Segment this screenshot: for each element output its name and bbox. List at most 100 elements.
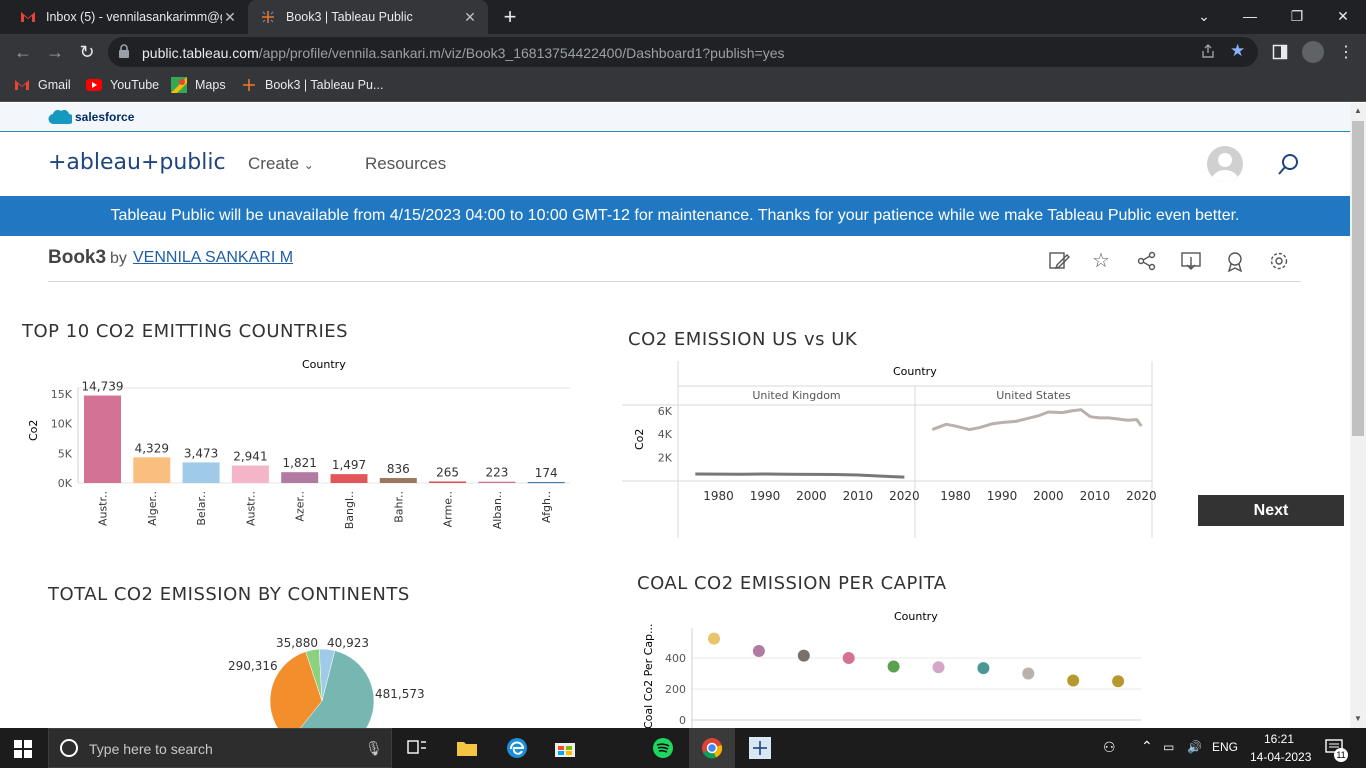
next-button[interactable]: Next: [1198, 495, 1344, 526]
author-link[interactable]: VENNILA SANKARI M: [133, 249, 293, 267]
chrome-taskbar-button[interactable]: [689, 728, 735, 768]
usuk-line-chart[interactable]: Country Co2 6K 4K 2K United Kingdom 1980 1990…: [600, 358, 1160, 538]
close-window-icon[interactable]: ✕: [1331, 6, 1355, 26]
y-tick-label: 0K: [58, 477, 73, 490]
scroll-thumb[interactable]: [1352, 121, 1364, 436]
bookmark-label: Book3 | Tableau Pu...: [265, 78, 384, 92]
scroll-up-icon[interactable]: ▲: [1354, 106, 1362, 115]
y-tick-label: 5K: [58, 447, 73, 460]
tab-tableau[interactable]: Book3 | Tableau Public ✕: [248, 0, 488, 34]
top10-bar-chart[interactable]: Country Co2 15K 10K 5K 0K 14,739 Austr.. 4,329…: [0, 353, 600, 533]
bar: [281, 472, 319, 483]
tableau-app-icon[interactable]: [748, 736, 772, 760]
nav-create[interactable]: Create ⌄: [248, 154, 314, 174]
edit-icon[interactable]: [1048, 250, 1070, 272]
microphone-icon[interactable]: 🎙: [365, 740, 383, 757]
bookmark-youtube[interactable]: YouTube: [86, 77, 159, 93]
file-explorer-icon[interactable]: [455, 736, 479, 760]
x-tick-label: Afgh..: [540, 491, 553, 523]
browser-toolbar: ← → ↻ public.tableau.com/app/profile/ven…: [0, 34, 1366, 70]
close-icon[interactable]: ✕: [222, 9, 238, 26]
settings-gear-icon[interactable]: [1268, 250, 1290, 272]
continents-pie-chart[interactable]: 481,573 290,316 35,880 40,923: [200, 623, 460, 728]
y-tick-label: 10K: [51, 418, 73, 431]
x-tick-label: 1980: [940, 489, 971, 503]
browser-tab-bar: Inbox (5) - vennilasankarimm@gm ✕ Book3 …: [0, 0, 1366, 34]
share-icon[interactable]: [1136, 250, 1158, 272]
pane-header-label: United Kingdom: [752, 389, 840, 402]
scatter-point: [1067, 674, 1080, 687]
volume-icon[interactable]: 🔊: [1187, 740, 1202, 754]
restore-icon[interactable]: ❐: [1285, 6, 1309, 26]
series-line: [931, 408, 1143, 432]
clock-date[interactable]: 14-04-2023: [1250, 750, 1311, 764]
reload-icon[interactable]: ↻: [76, 42, 98, 62]
usuk-title: CO2 EMISSION US vs UK: [628, 329, 858, 350]
battery-icon[interactable]: ▭: [1163, 740, 1174, 754]
favorite-star-icon[interactable]: ☆: [1092, 250, 1114, 272]
bookmark-star-icon[interactable]: ★: [1230, 41, 1245, 61]
share-icon[interactable]: [1200, 43, 1216, 64]
tableau-public-logo[interactable]: +ableau+public: [48, 150, 226, 175]
bookmark-maps[interactable]: Maps: [171, 77, 226, 93]
x-tick-label: 2020: [1126, 489, 1157, 503]
y-tick-label: 400: [665, 652, 686, 665]
edge-icon[interactable]: [505, 736, 529, 760]
scroll-down-icon[interactable]: ▼: [1354, 714, 1362, 723]
lock-icon: [118, 44, 130, 63]
spotify-icon[interactable]: [651, 736, 675, 760]
salesforce-label[interactable]: salesforce: [75, 110, 134, 124]
series-line: [695, 472, 905, 479]
maintenance-banner: Tableau Public will be unavailable from …: [0, 196, 1350, 236]
x-tick-label: Alger..: [146, 491, 159, 526]
side-panel-icon[interactable]: [1272, 44, 1288, 65]
gmail-icon: [20, 9, 36, 25]
back-icon[interactable]: ←: [12, 42, 34, 62]
user-avatar[interactable]: [1207, 146, 1243, 182]
bar: [84, 395, 121, 483]
clock-time[interactable]: 16:21: [1264, 732, 1294, 746]
chrome-icon: [701, 737, 723, 764]
tab-gmail[interactable]: Inbox (5) - vennilasankarimm@gm ✕: [8, 0, 248, 34]
bookmark-gmail[interactable]: Gmail: [14, 77, 71, 93]
bookmarks-bar: Gmail YouTube Maps Book3 | Tableau Pu...: [0, 70, 1366, 102]
taskbar-search[interactable]: Type here to search 🎙: [48, 728, 392, 768]
page-scrollbar[interactable]: ▲ ▼: [1350, 103, 1366, 728]
x-tick-label: 1990: [987, 489, 1018, 503]
forward-icon[interactable]: →: [44, 42, 66, 62]
people-icon[interactable]: ⚇: [1103, 739, 1116, 756]
chevron-down-icon: ⌄: [303, 158, 314, 172]
download-icon[interactable]: [1180, 250, 1202, 272]
scatter-point: [1112, 675, 1125, 688]
continents-title: TOTAL CO2 EMISSION BY CONTINENTS: [48, 584, 410, 605]
close-icon[interactable]: ✕: [462, 9, 478, 26]
nav-resources[interactable]: Resources: [365, 154, 446, 174]
nav-create-label: Create: [248, 154, 300, 173]
address-bar[interactable]: public.tableau.com/app/profile/vennila.s…: [108, 37, 1258, 67]
profile-avatar[interactable]: [1302, 41, 1324, 63]
coal-scatter-chart[interactable]: Country Coal Co2 Per Cap... 400 200 0: [636, 603, 1156, 728]
scatter-point: [797, 649, 810, 662]
menu-icon[interactable]: ⋮: [1338, 42, 1354, 62]
coal-header: Country: [894, 610, 938, 623]
maps-icon: [171, 77, 187, 93]
windows-start-icon[interactable]: [14, 740, 32, 763]
store-icon[interactable]: [553, 736, 577, 760]
salesforce-bar: salesforce: [0, 103, 1350, 132]
bookmark-tableau[interactable]: Book3 | Tableau Pu...: [241, 77, 383, 93]
bookmark-label: Maps: [195, 78, 226, 92]
x-tick-label: Bahr..: [392, 491, 405, 523]
language-indicator[interactable]: ENG: [1212, 740, 1238, 754]
bar: [231, 465, 269, 483]
new-tab-button[interactable]: +: [498, 5, 522, 29]
show-hidden-icons-icon[interactable]: ⌃: [1141, 738, 1153, 755]
usuk-header: Country: [893, 365, 937, 378]
x-tick-label: Belar..: [195, 491, 208, 526]
task-view-icon[interactable]: [405, 736, 429, 760]
badge-icon[interactable]: [1224, 250, 1246, 273]
web-page: salesforce +ableau+public Create ⌄ Resou…: [0, 103, 1350, 728]
tab-search-icon[interactable]: ⌄: [1192, 6, 1216, 26]
search-icon[interactable]: [1276, 153, 1300, 182]
minimize-icon[interactable]: —: [1238, 6, 1262, 26]
bookmark-label: YouTube: [110, 78, 160, 92]
